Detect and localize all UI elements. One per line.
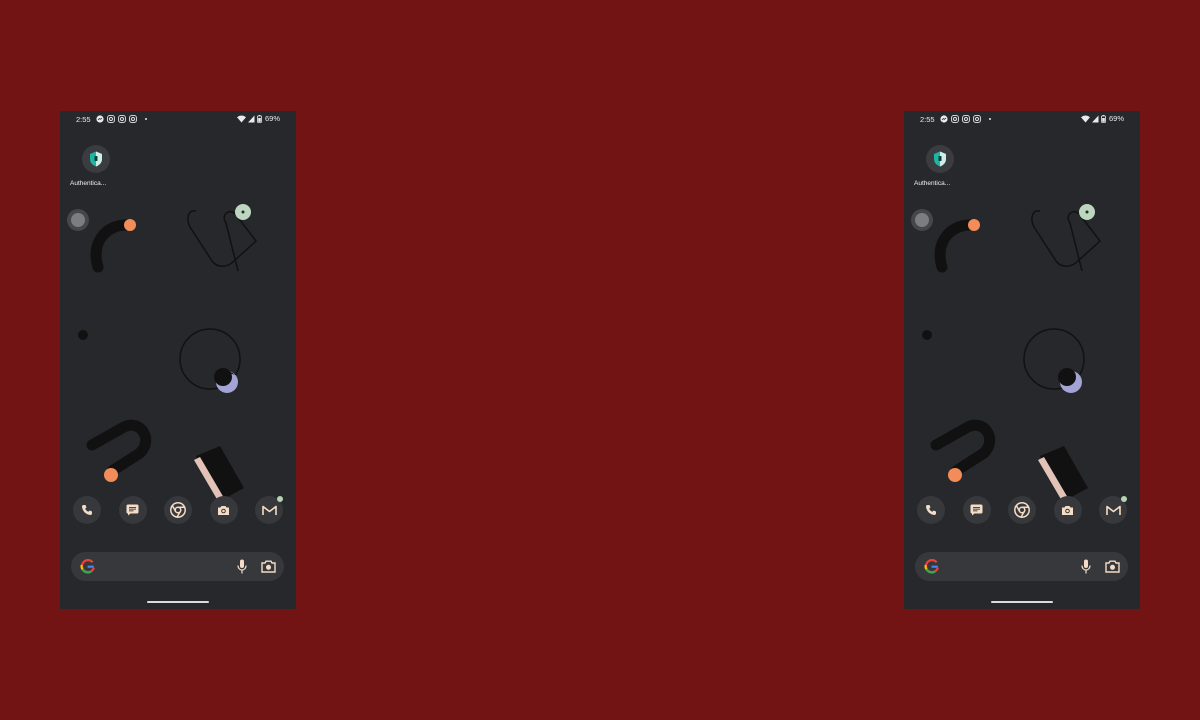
instagram-icon <box>129 115 137 123</box>
battery-icon <box>257 114 262 123</box>
gesture-nav-handle[interactable] <box>991 601 1053 603</box>
dock-messages[interactable] <box>118 496 147 524</box>
status-time: 2:55 <box>920 115 935 124</box>
more-notifications-dot <box>145 118 147 120</box>
signal-icon <box>1091 115 1099 122</box>
mic-icon[interactable] <box>237 559 247 574</box>
status-bar: 2:55 69% <box>904 111 1140 127</box>
chrome-icon <box>1014 502 1030 518</box>
chrome-icon <box>170 502 186 518</box>
app-label: Authentica... <box>914 180 951 187</box>
status-indicators: 69% <box>1080 114 1124 123</box>
authenticator-shield-icon <box>82 145 110 173</box>
camera-icon <box>218 505 229 515</box>
messages-icon <box>970 504 983 516</box>
mic-icon[interactable] <box>1081 559 1091 574</box>
wifi-icon <box>1080 115 1090 122</box>
dock <box>917 496 1127 524</box>
dock <box>73 496 283 524</box>
dock-gmail[interactable] <box>255 496 283 524</box>
authenticator-shield-icon <box>926 145 954 173</box>
dock-phone[interactable] <box>917 496 945 524</box>
notification-badge <box>277 496 283 502</box>
google-search-bar[interactable] <box>71 552 284 581</box>
messenger-icon <box>96 115 104 123</box>
phone-screen-right: 2:55 69% Authentica... <box>904 111 1140 609</box>
app-label: Authentica... <box>70 180 107 187</box>
camera-icon <box>1062 505 1073 515</box>
screenshot-stage: 2:55 69% Authentica... 2:55 69% Authenti… <box>0 0 1200 720</box>
gmail-icon <box>1105 505 1121 515</box>
dock-phone[interactable] <box>73 496 101 524</box>
google-search-bar[interactable] <box>915 552 1128 581</box>
status-time: 2:55 <box>76 115 91 124</box>
google-logo-icon <box>80 559 95 574</box>
instagram-icon <box>962 115 970 123</box>
instagram-icon <box>107 115 115 123</box>
phone-icon <box>82 505 92 515</box>
dock-chrome[interactable] <box>164 496 192 524</box>
messages-icon <box>126 504 139 516</box>
app-authenticator[interactable]: Authentica... <box>912 145 968 187</box>
wifi-icon <box>236 115 246 122</box>
status-indicators: 69% <box>236 114 280 123</box>
signal-icon <box>247 115 255 122</box>
lens-icon[interactable] <box>261 560 276 573</box>
gmail-icon <box>261 505 277 515</box>
dock-camera[interactable] <box>209 496 238 524</box>
dock-messages[interactable] <box>962 496 991 524</box>
lens-icon[interactable] <box>1105 560 1120 573</box>
instagram-icon <box>118 115 126 123</box>
battery-icon <box>1101 114 1106 123</box>
dock-chrome[interactable] <box>1008 496 1036 524</box>
app-authenticator[interactable]: Authentica... <box>68 145 124 187</box>
instagram-icon <box>951 115 959 123</box>
more-notifications-dot <box>989 118 991 120</box>
phone-screen-left: 2:55 69% Authentica... <box>60 111 296 609</box>
dock-camera[interactable] <box>1053 496 1082 524</box>
battery-percent: 69% <box>264 114 280 123</box>
battery-percent: 69% <box>1108 114 1124 123</box>
instagram-icon <box>973 115 981 123</box>
notification-badge <box>1121 496 1127 502</box>
gesture-nav-handle[interactable] <box>147 601 209 603</box>
google-logo-icon <box>924 559 939 574</box>
notification-icons <box>940 115 991 123</box>
notification-icons <box>96 115 147 123</box>
phone-icon <box>926 505 936 515</box>
dock-gmail[interactable] <box>1099 496 1127 524</box>
status-bar: 2:55 69% <box>60 111 296 127</box>
messenger-icon <box>940 115 948 123</box>
